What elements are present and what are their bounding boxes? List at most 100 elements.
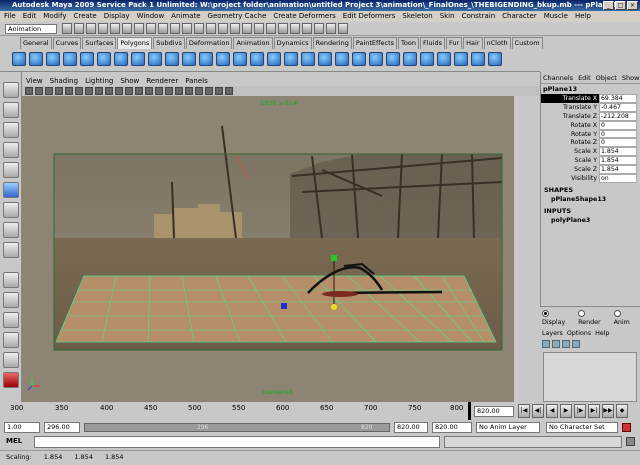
append-polygon-icon[interactable] bbox=[352, 52, 366, 66]
go-to-start-icon[interactable]: |◀ bbox=[518, 404, 530, 418]
tab-toon[interactable]: Toon bbox=[398, 37, 419, 49]
script-editor-button[interactable] bbox=[626, 437, 635, 446]
minimize-button[interactable]: _ bbox=[603, 1, 614, 10]
last-tool-icon[interactable] bbox=[3, 242, 19, 258]
cb-menu-object[interactable]: Object bbox=[596, 72, 617, 83]
tab-fluids[interactable]: Fluids bbox=[419, 37, 445, 49]
attr-translate-x[interactable]: Translate X 69.384 bbox=[541, 94, 640, 103]
attr-value[interactable]: -0.467 bbox=[599, 102, 637, 112]
mask-surfaces-icon[interactable] bbox=[170, 23, 180, 34]
menu-skin[interactable]: Skin bbox=[440, 11, 455, 22]
cb-menu-channels[interactable]: Channels bbox=[543, 72, 573, 83]
attr-scale-z[interactable]: Scale Z 1.854 bbox=[541, 165, 640, 175]
layer-menu-layers[interactable]: Layers bbox=[542, 329, 563, 338]
soft-mod-tool-icon[interactable] bbox=[3, 222, 19, 238]
current-frame-field[interactable]: 820.00 bbox=[474, 406, 514, 417]
tab-custom[interactable]: Custom bbox=[511, 37, 543, 49]
end-range-field[interactable]: 820.00 bbox=[394, 422, 428, 433]
wireframe-icon[interactable] bbox=[135, 87, 143, 95]
snap-grid-icon[interactable] bbox=[230, 23, 240, 34]
camera-select-icon[interactable] bbox=[25, 87, 33, 95]
render-frame-icon[interactable] bbox=[302, 23, 312, 34]
fill-hole-icon[interactable] bbox=[335, 52, 349, 66]
make-live-icon[interactable] bbox=[278, 23, 288, 34]
close-button[interactable]: × bbox=[627, 1, 638, 10]
hypershade-layout-icon[interactable] bbox=[3, 352, 19, 368]
collapse-icon[interactable] bbox=[471, 52, 485, 66]
perspective-viewport[interactable]: 1920 x 814 camera1 bbox=[22, 96, 514, 402]
viewport-menu-shading[interactable]: Shading bbox=[50, 76, 78, 86]
viewport-menu-renderer[interactable]: Renderer bbox=[146, 76, 178, 86]
high-quality-icon[interactable] bbox=[205, 87, 213, 95]
persp-graph-layout-icon[interactable] bbox=[3, 332, 19, 348]
single-perspective-layout-icon[interactable] bbox=[3, 272, 19, 288]
poly-helix-icon[interactable] bbox=[165, 52, 179, 66]
go-to-end-icon[interactable]: ▶| bbox=[588, 404, 600, 418]
layer-list[interactable] bbox=[543, 352, 637, 402]
menu-file[interactable]: File bbox=[4, 11, 16, 22]
key-icon[interactable]: ◆ bbox=[616, 404, 628, 418]
ipr-render-icon[interactable] bbox=[314, 23, 324, 34]
menu-create[interactable]: Create bbox=[73, 11, 96, 22]
new-layer-selected-icon[interactable] bbox=[572, 340, 580, 348]
scale-tool-icon[interactable] bbox=[3, 182, 19, 198]
play-backward-icon[interactable]: ◀ bbox=[546, 404, 558, 418]
character-set-selector[interactable]: No Character Set bbox=[546, 422, 618, 433]
render-settings-icon[interactable] bbox=[326, 23, 336, 34]
attr-scale-y[interactable]: Scale Y 1.854 bbox=[541, 156, 640, 166]
tab-ncloth[interactable]: nCloth bbox=[483, 37, 511, 49]
attr-value[interactable]: 0 bbox=[599, 129, 637, 139]
menu-modify[interactable]: Modify bbox=[43, 11, 66, 22]
uv-editor-icon[interactable] bbox=[488, 52, 502, 66]
average-vertices-icon[interactable] bbox=[301, 52, 315, 66]
attr-rotate-z[interactable]: Rotate Z 0 bbox=[541, 138, 640, 148]
start-range-field[interactable]: 296.00 bbox=[44, 422, 80, 433]
select-hierarchy-icon[interactable] bbox=[98, 23, 108, 34]
tab-painteffects[interactable]: PaintEffects bbox=[352, 37, 398, 49]
layer-menu-options[interactable]: Options bbox=[567, 329, 591, 338]
merge-icon[interactable] bbox=[454, 52, 468, 66]
booleans-icon[interactable] bbox=[267, 52, 281, 66]
image-plane-icon[interactable] bbox=[55, 87, 63, 95]
attr-value[interactable]: 1.854 bbox=[599, 147, 637, 157]
attr-translate-z[interactable]: Translate Z -212.208 bbox=[541, 111, 640, 121]
new-scene-icon[interactable] bbox=[62, 23, 72, 34]
save-scene-icon[interactable] bbox=[86, 23, 96, 34]
attr-translate-y[interactable]: Translate Y -0.467 bbox=[541, 102, 640, 112]
mask-handles-icon[interactable] bbox=[134, 23, 144, 34]
mask-dynamics-icon[interactable] bbox=[194, 23, 204, 34]
tab-dynamics[interactable]: Dynamics bbox=[273, 37, 312, 49]
resolution-gate-icon[interactable] bbox=[85, 87, 93, 95]
end-time-field[interactable]: 820.00 bbox=[432, 422, 472, 433]
step-back-icon[interactable]: ◀| bbox=[532, 404, 544, 418]
tab-hair[interactable]: Hair bbox=[463, 37, 483, 49]
play-forward-icon[interactable]: ▶ bbox=[560, 404, 572, 418]
anim-layer-radio[interactable]: Anim bbox=[614, 310, 638, 326]
open-scene-icon[interactable] bbox=[74, 23, 84, 34]
snap-view-plane-icon[interactable] bbox=[266, 23, 276, 34]
textured-icon[interactable] bbox=[215, 87, 223, 95]
snap-point-icon[interactable] bbox=[254, 23, 264, 34]
attr-value[interactable]: 1.854 bbox=[599, 156, 637, 166]
tab-rendering[interactable]: Rendering bbox=[312, 37, 352, 49]
attr-value[interactable]: 0 bbox=[599, 120, 637, 130]
mask-deformations-icon[interactable] bbox=[182, 23, 192, 34]
xray-icon[interactable] bbox=[165, 87, 173, 95]
render-layer-radio[interactable]: Render bbox=[578, 310, 608, 326]
lasso-tool-icon[interactable] bbox=[3, 102, 19, 118]
rotate-tool-icon[interactable] bbox=[3, 162, 19, 178]
move-layer-up-icon[interactable] bbox=[542, 340, 550, 348]
paint-select-icon[interactable] bbox=[3, 122, 19, 138]
cb-menu-show[interactable]: Show bbox=[622, 72, 640, 83]
poly-sphere-icon[interactable] bbox=[12, 52, 26, 66]
bookmarks-icon[interactable] bbox=[45, 87, 53, 95]
all-lights-icon[interactable] bbox=[185, 87, 193, 95]
shape-node[interactable]: pPlaneShape13 bbox=[541, 195, 640, 204]
next-key-icon[interactable]: ▶▶ bbox=[602, 404, 614, 418]
safe-title-icon[interactable] bbox=[125, 87, 133, 95]
move-tool-icon[interactable] bbox=[3, 142, 19, 158]
viewport-menu-show[interactable]: Show bbox=[120, 76, 139, 86]
layer-menu-help[interactable]: Help bbox=[595, 329, 609, 338]
new-empty-layer-icon[interactable] bbox=[562, 340, 570, 348]
split-polygon-icon[interactable] bbox=[369, 52, 383, 66]
